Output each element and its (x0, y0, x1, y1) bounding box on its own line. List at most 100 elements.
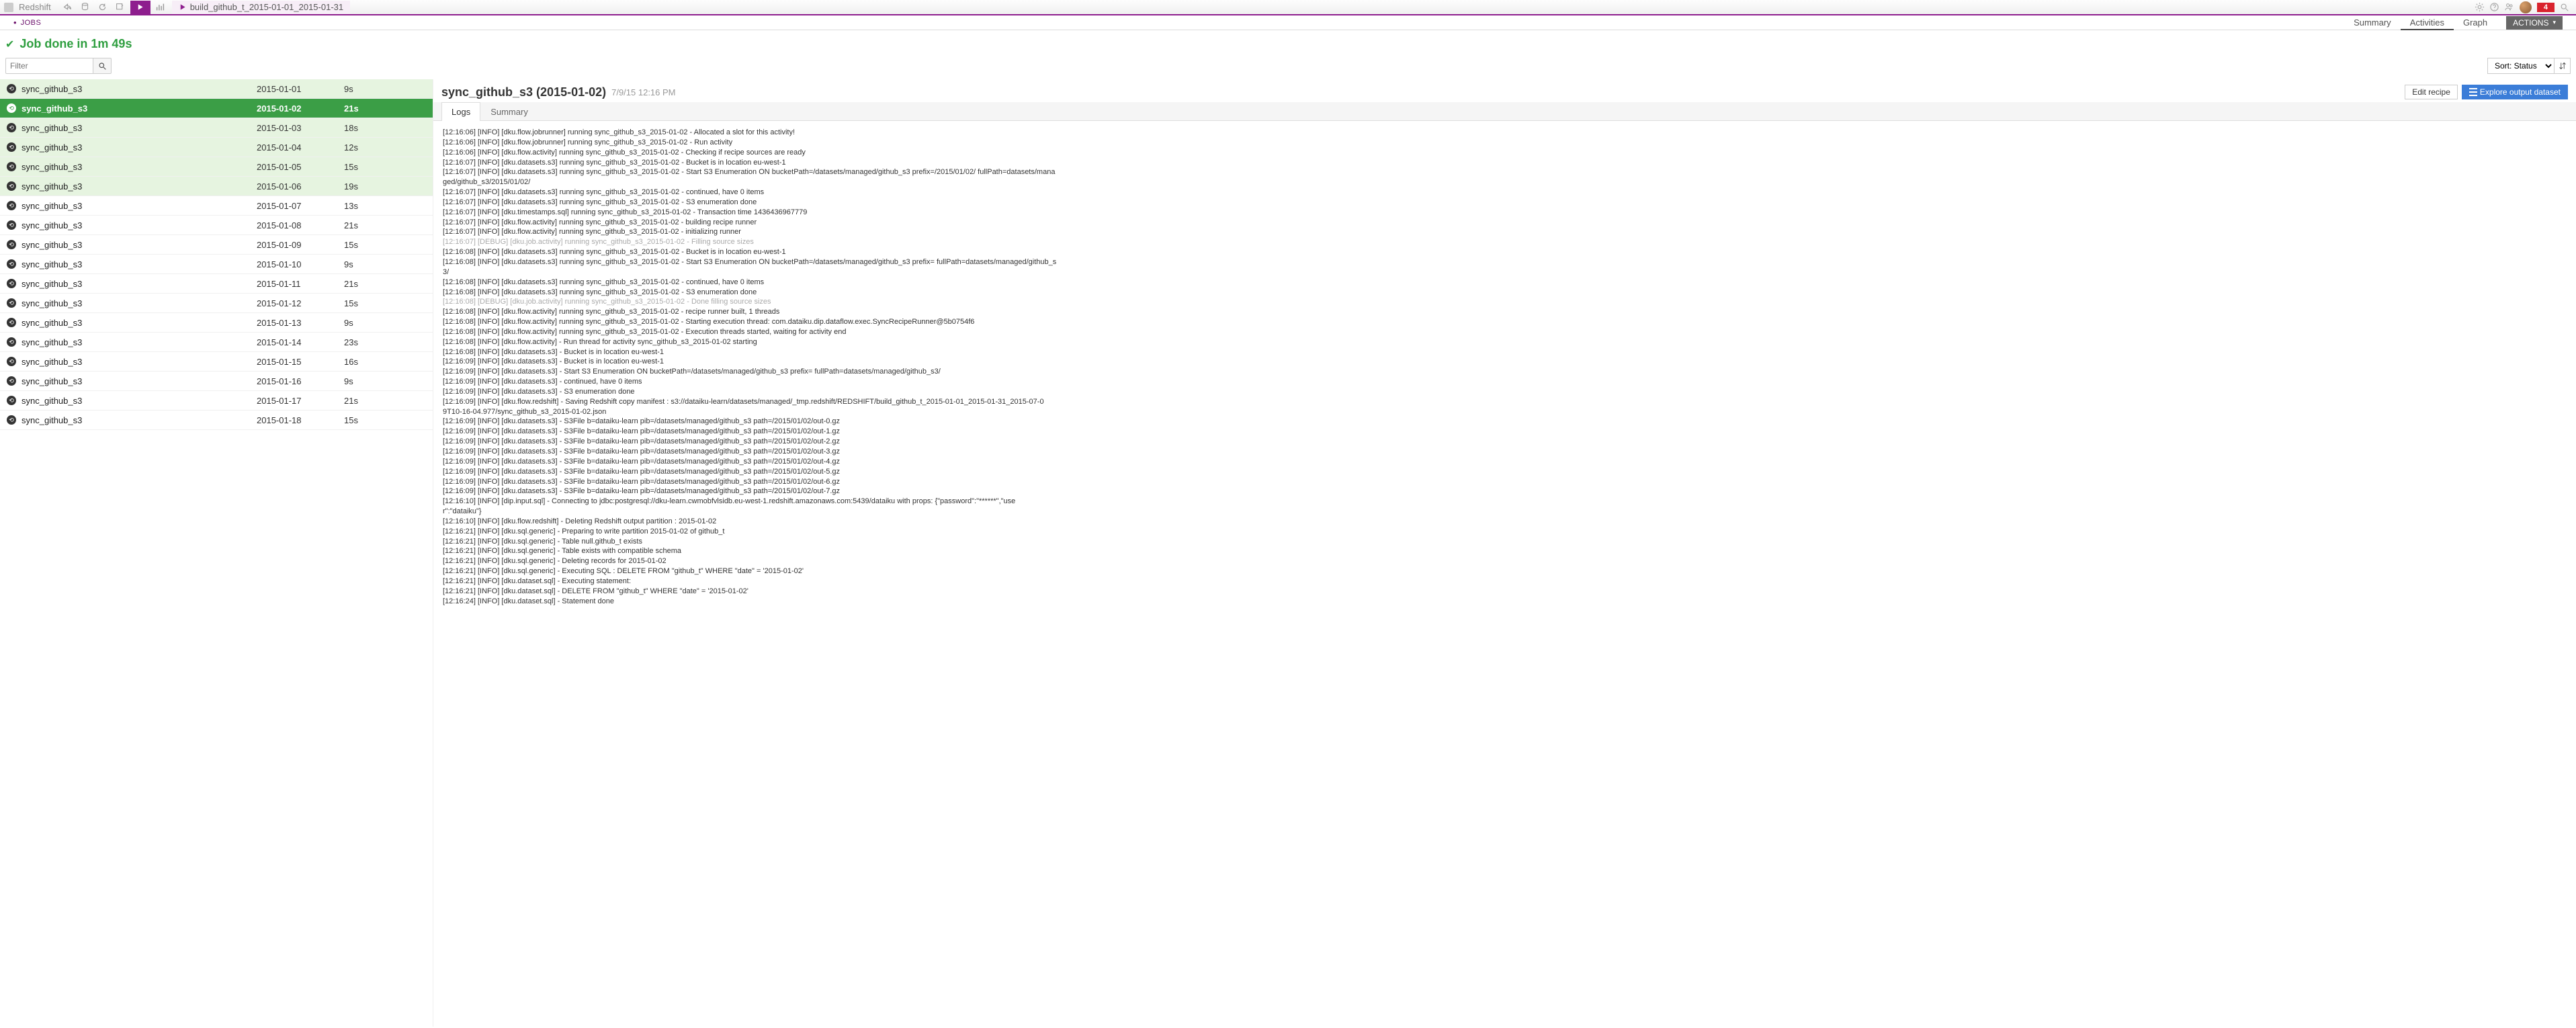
sync-icon: ⟲ (7, 103, 16, 113)
job-status: ✔ Job done in 1m 49s (0, 30, 2576, 55)
status-text: Job done in 1m 49s (19, 37, 132, 51)
notification-badge[interactable]: 4 (2537, 3, 2554, 12)
activity-row[interactable]: ⟲sync_github_s32015-01-0619s (0, 177, 433, 196)
tab-activities[interactable]: Activities (2401, 15, 2454, 30)
sync-icon: ⟲ (7, 396, 16, 405)
activity-row[interactable]: ⟲ sync_github_s32015-01-109s (0, 255, 433, 274)
search-icon[interactable] (2557, 1, 2572, 14)
activity-name: sync_github_s3 (22, 181, 257, 191)
activity-duration: 13s (344, 201, 358, 211)
activity-name: sync_github_s3 (22, 279, 257, 289)
activity-row[interactable]: ⟲sync_github_s32015-01-1516s (0, 352, 433, 372)
activity-row[interactable]: ⟲sync_github_s32015-01-169s (0, 372, 433, 391)
activity-date: 2015-01-13 (257, 318, 344, 328)
users-icon[interactable] (2502, 1, 2517, 14)
sort-direction-button[interactable] (2554, 58, 2571, 74)
jobs-link[interactable]: JOBS (21, 19, 42, 27)
sync-icon: ⟲ (7, 259, 16, 269)
sort-select[interactable]: Sort: Status (2487, 58, 2554, 74)
activity-duration: 9s (344, 376, 353, 386)
database-icon[interactable] (77, 1, 94, 14)
check-icon: ✔ (5, 38, 14, 51)
app-logo[interactable] (4, 3, 13, 12)
project-title[interactable]: Redshift (19, 2, 51, 12)
activity-duration: 15s (344, 415, 358, 425)
activity-row[interactable]: ⟲sync_github_s32015-01-1121s (0, 274, 433, 294)
gear-icon[interactable] (2473, 1, 2487, 14)
activity-duration: 21s (344, 103, 359, 114)
activity-date: 2015-01-07 (257, 201, 344, 211)
activity-row[interactable]: ⟲ sync_github_s32015-01-0713s (0, 196, 433, 216)
detail-tab-logs[interactable]: Logs (441, 102, 480, 121)
sync-icon: ⟲ (7, 318, 16, 327)
activity-name: sync_github_s3 (22, 396, 257, 406)
activity-name: sync_github_s3 (22, 415, 257, 425)
play-icon (179, 3, 186, 11)
activity-date: 2015-01-15 (257, 357, 344, 367)
activity-duration: 21s (344, 220, 358, 230)
activity-row[interactable]: ⟲sync_github_s32015-01-1815s (0, 411, 433, 430)
filter-input[interactable] (5, 58, 93, 74)
detail-tab-summary[interactable]: Summary (480, 102, 538, 121)
sync-icon: ⟲ (7, 123, 16, 132)
explore-output-button[interactable]: Explore output dataset (2462, 85, 2568, 99)
filter-search-button[interactable] (93, 58, 112, 74)
activity-name: sync_github_s3 (22, 337, 257, 347)
activity-name: sync_github_s3 (22, 318, 257, 328)
share-icon[interactable] (59, 1, 77, 14)
sync-icon: ⟲ (7, 337, 16, 347)
activity-row[interactable]: ⟲sync_github_s32015-01-0915s (0, 235, 433, 255)
activity-row[interactable]: ⟲sync_github_s32015-01-0318s (0, 118, 433, 138)
activity-toolbar: Sort: Status (0, 55, 2576, 79)
activity-name: sync_github_s3 (22, 142, 257, 153)
activity-row[interactable]: ⟲sync_github_s32015-01-1215s (0, 294, 433, 313)
activity-row[interactable]: ⟲sync_github_s32015-01-139s (0, 313, 433, 333)
activity-name: sync_github_s3 (22, 201, 257, 211)
run-button[interactable] (130, 1, 151, 14)
tab-graph[interactable]: Graph (2454, 15, 2497, 30)
activity-duration: 23s (344, 337, 358, 347)
activity-row[interactable]: ⟲ sync_github_s32015-01-0221s (0, 99, 433, 118)
activity-name: sync_github_s3 (22, 84, 257, 94)
actions-button[interactable]: ACTIONS (2506, 16, 2563, 30)
activity-date: 2015-01-08 (257, 220, 344, 230)
activity-date: 2015-01-06 (257, 181, 344, 191)
activity-date: 2015-01-09 (257, 240, 344, 250)
help-icon[interactable] (2487, 1, 2502, 14)
activity-name: sync_github_s3 (22, 103, 257, 114)
chart-icon[interactable] (152, 1, 169, 14)
activity-row[interactable]: ⟲sync_github_s32015-01-0821s (0, 216, 433, 235)
sync-icon: ⟲ (7, 84, 16, 93)
edit-icon[interactable] (112, 1, 129, 14)
bullet-icon: • (13, 17, 17, 28)
sync-icon: ⟲ (7, 142, 16, 152)
sync-icon: ⟲ (7, 357, 16, 366)
activity-date: 2015-01-14 (257, 337, 344, 347)
activity-duration: 9s (344, 84, 353, 94)
refresh-icon[interactable] (94, 1, 112, 14)
activity-row[interactable]: ⟲sync_github_s32015-01-1721s (0, 391, 433, 411)
activity-row[interactable]: ⟲ sync_github_s32015-01-1423s (0, 333, 433, 352)
activity-row[interactable]: ⟲sync_github_s32015-01-0515s (0, 157, 433, 177)
sync-icon: ⟲ (7, 376, 16, 386)
activity-date: 2015-01-02 (257, 103, 344, 114)
activity-row[interactable]: ⟲sync_github_s32015-01-019s (0, 79, 433, 99)
activity-row[interactable]: ⟲sync_github_s32015-01-0412s (0, 138, 433, 157)
tab-summary[interactable]: Summary (2344, 15, 2401, 30)
breadcrumb[interactable]: build_github_t_2015-01-01_2015-01-31 (172, 1, 350, 14)
breadcrumb-label: build_github_t_2015-01-01_2015-01-31 (190, 2, 343, 12)
sync-icon: ⟲ (7, 415, 16, 425)
avatar[interactable] (2520, 1, 2532, 13)
sync-icon: ⟲ (7, 201, 16, 210)
activity-name: sync_github_s3 (22, 376, 257, 386)
activity-date: 2015-01-10 (257, 259, 344, 269)
activity-duration: 19s (344, 181, 358, 191)
activity-date: 2015-01-03 (257, 123, 344, 133)
activity-name: sync_github_s3 (22, 240, 257, 250)
edit-recipe-button[interactable]: Edit recipe (2405, 85, 2458, 99)
activity-name: sync_github_s3 (22, 162, 257, 172)
sync-icon: ⟲ (7, 220, 16, 230)
activity-duration: 9s (344, 259, 353, 269)
activity-name: sync_github_s3 (22, 123, 257, 133)
activity-name: sync_github_s3 (22, 259, 257, 269)
